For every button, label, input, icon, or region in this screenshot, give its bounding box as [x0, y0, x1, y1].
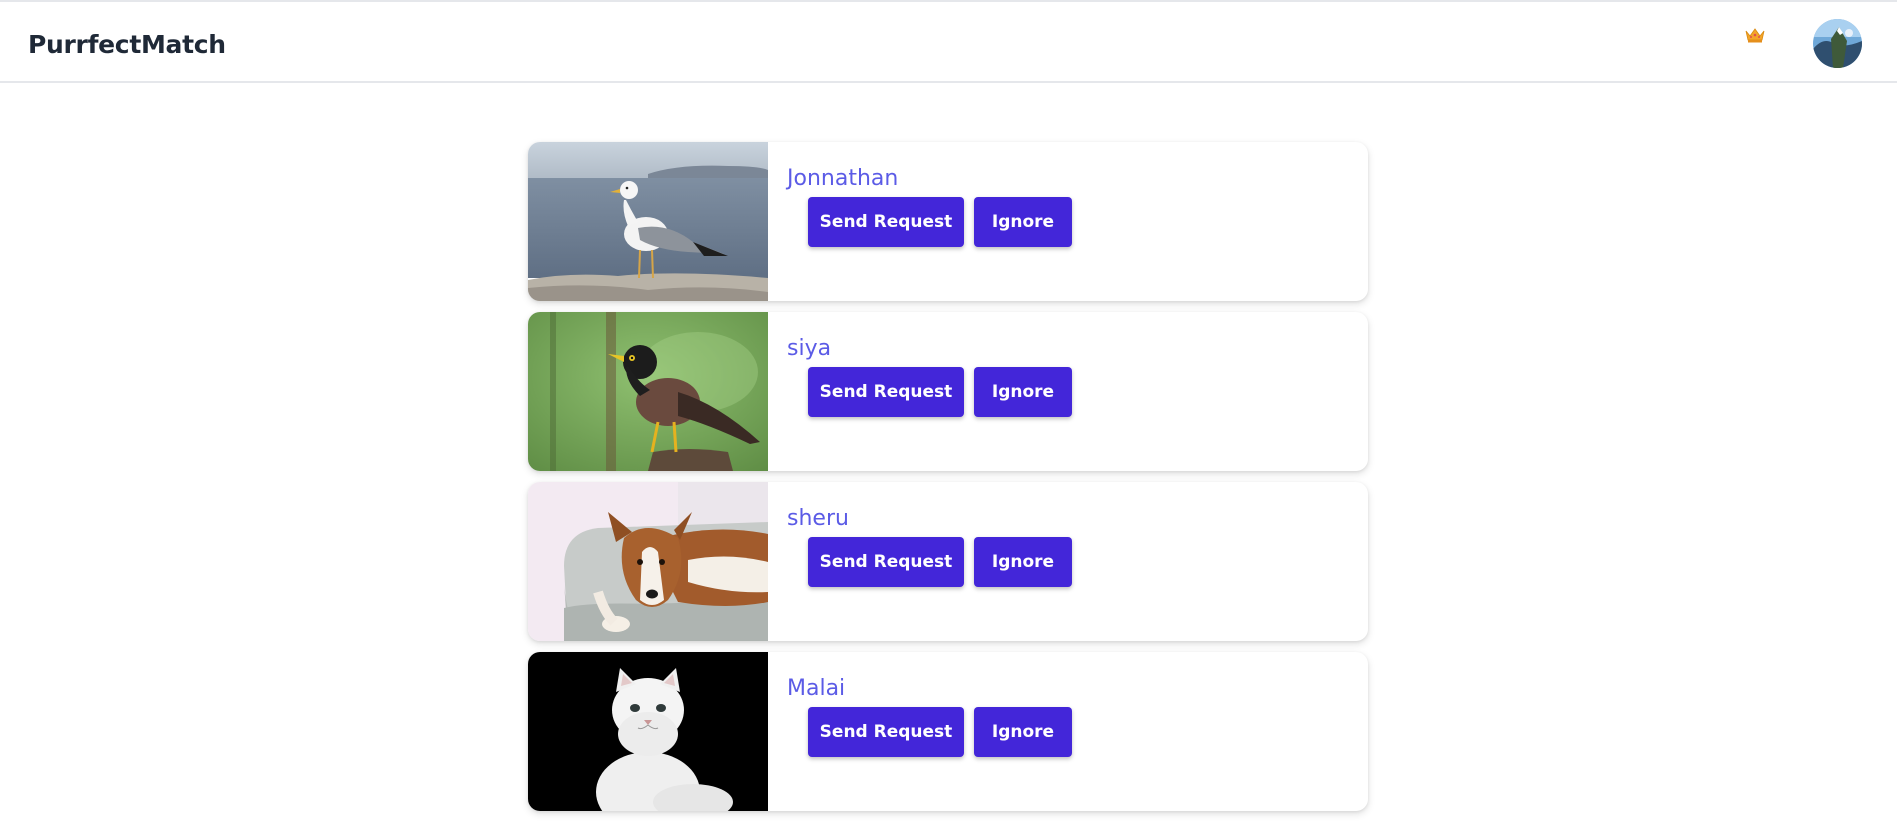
match-list: Jonnathan Send Request Ignore siya Send …	[528, 142, 1368, 822]
seagull-photo	[528, 142, 768, 301]
myna-bird-photo	[528, 312, 768, 471]
crown-icon[interactable]	[1744, 27, 1766, 43]
ignore-button[interactable]: Ignore	[974, 367, 1072, 417]
brand-logo[interactable]: PurrfectMatch	[28, 30, 226, 59]
profile-name: Jonnathan	[787, 166, 899, 191]
profile-card: Jonnathan Send Request Ignore	[528, 142, 1368, 301]
profile-name: Malai	[787, 676, 846, 701]
send-request-button[interactable]: Send Request	[808, 197, 964, 247]
send-request-button[interactable]: Send Request	[808, 537, 964, 587]
user-avatar[interactable]	[1813, 19, 1862, 68]
send-request-button[interactable]: Send Request	[808, 707, 964, 757]
profile-card: siya Send Request Ignore	[528, 312, 1368, 471]
ignore-button[interactable]: Ignore	[974, 537, 1072, 587]
top-navbar: PurrfectMatch	[0, 0, 1897, 83]
profile-name: sheru	[787, 506, 849, 531]
persian-cat-photo	[528, 652, 768, 811]
collie-dog-photo	[528, 482, 768, 641]
ignore-button[interactable]: Ignore	[974, 197, 1072, 247]
profile-name: siya	[787, 336, 832, 361]
profile-card: Malai Send Request Ignore	[528, 652, 1368, 811]
send-request-button[interactable]: Send Request	[808, 367, 964, 417]
ignore-button[interactable]: Ignore	[974, 707, 1072, 757]
profile-card: sheru Send Request Ignore	[528, 482, 1368, 641]
